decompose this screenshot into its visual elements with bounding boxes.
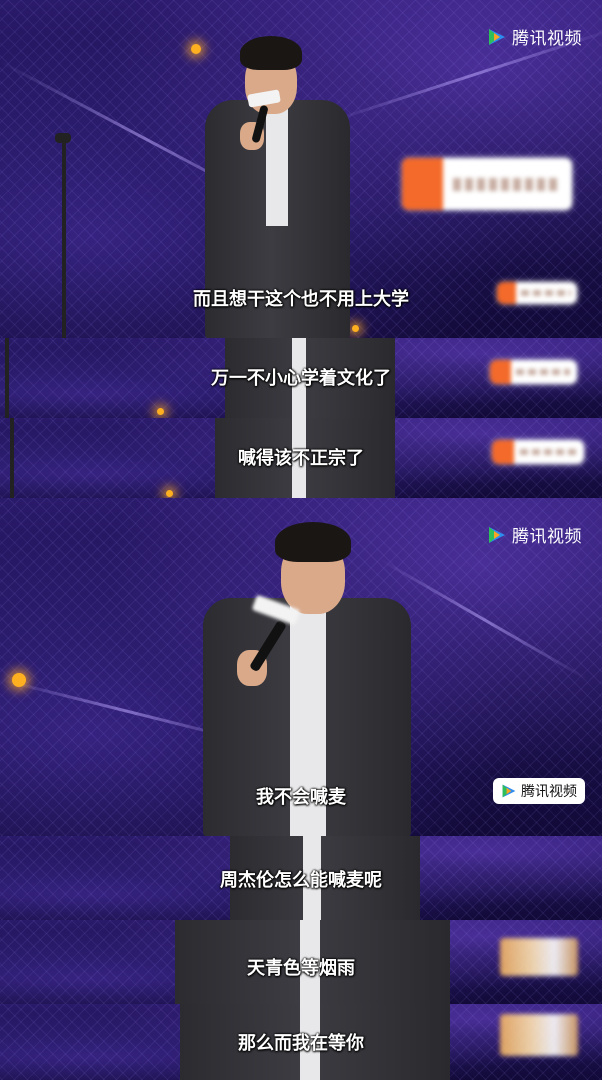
- video-frame-5: 周杰伦怎么能喊麦呢: [0, 836, 602, 920]
- logo-text: 腾讯视频: [512, 29, 582, 49]
- tencent-video-play-icon: [489, 526, 505, 543]
- meme-collage: 腾讯视频 而且想干这个也不用上大学 万一不小心学着文化了 喊得该不正宗了 腾讯视…: [0, 0, 602, 1080]
- shirt: [266, 106, 288, 226]
- video-frame-3: 喊得该不正宗了: [0, 418, 602, 498]
- subtitle: 天青色等烟雨: [247, 958, 355, 979]
- logo-text: 腾讯视频: [512, 527, 582, 547]
- subtitle: 而且想干这个也不用上大学: [193, 289, 409, 310]
- video-frame-1: 腾讯视频 而且想干这个也不用上大学: [0, 0, 602, 338]
- subtitle: 喊得该不正宗了: [238, 448, 364, 469]
- blurred-sponsor-badge: [402, 158, 572, 210]
- subtitle: 我不会喊麦: [256, 787, 346, 808]
- tencent-video-play-icon: [489, 28, 505, 45]
- video-frame-4: 腾讯视频 腾讯视频 我不会喊麦: [0, 498, 602, 836]
- tencent-video-logo: 腾讯视频: [487, 522, 582, 547]
- stage-lamp: [157, 408, 164, 415]
- subtitle: 万一不小心学着文化了: [211, 368, 391, 389]
- video-frame-6: 天青色等烟雨: [0, 920, 602, 1004]
- hair: [275, 522, 351, 562]
- stage-lamp: [166, 490, 173, 497]
- video-frame-7: 那么而我在等你: [0, 1004, 602, 1080]
- stage-lamp: [12, 673, 26, 687]
- tencent-video-logo: 腾讯视频: [487, 24, 582, 49]
- mic-stand-head: [55, 133, 71, 143]
- subtitle: 周杰伦怎么能喊麦呢: [220, 870, 382, 891]
- hair: [240, 36, 302, 70]
- video-frame-2: 万一不小心学着文化了: [0, 338, 602, 418]
- subtitle: 那么而我在等你: [238, 1033, 364, 1054]
